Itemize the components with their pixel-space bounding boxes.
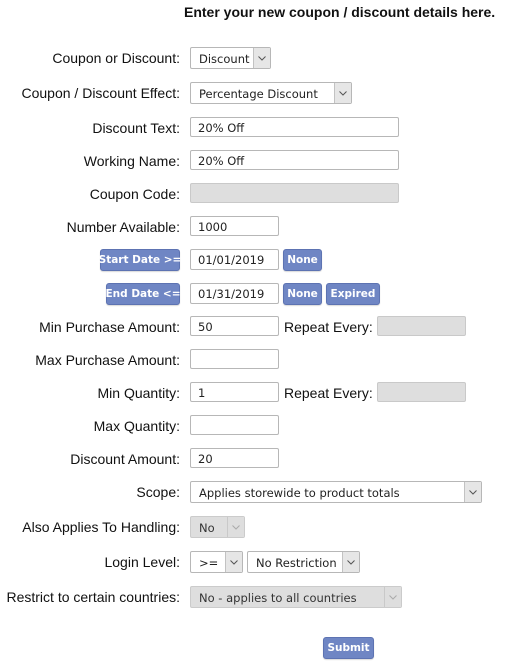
end-date-none-button[interactable]: None [283,283,322,305]
discount-text-label: Discount Text: [92,120,180,136]
end-date-expired-button[interactable]: Expired [326,283,380,305]
min-purchase-input[interactable]: 50 [190,316,279,336]
start-date-none-button[interactable]: None [283,249,322,271]
row-effect: Coupon / Discount Effect: Percentage Dis… [0,82,518,104]
handling-select[interactable]: No [190,516,245,538]
coupon-code-label: Coupon Code: [89,186,180,202]
countries-select[interactable]: No - applies to all countries [190,586,402,608]
row-working-name: Working Name: 20% Off [0,150,518,172]
row-start-date: Start Date >= 01/01/2019 None [0,249,518,271]
discount-amount-input[interactable]: 20 [190,448,279,468]
min-purchase-repeat-input[interactable] [377,316,466,336]
coupon-or-discount-value: Discount [199,52,250,66]
scope-value: Applies storewide to product totals [199,486,400,500]
row-max-purchase: Max Purchase Amount: [0,349,518,371]
chevron-down-icon [342,552,359,572]
number-available-label: Number Available: [66,219,180,235]
page-title: Enter your new coupon / discount details… [184,4,496,20]
row-scope: Scope: Applies storewide to product tota… [0,481,518,503]
row-discount-amount: Discount Amount: 20 [0,448,518,470]
scope-label: Scope: [136,484,180,500]
countries-value: No - applies to all countries [199,591,357,605]
min-purchase-repeat-label: Repeat Every: [284,319,373,335]
scope-select[interactable]: Applies storewide to product totals [190,481,482,503]
row-end-date: End Date <= 01/31/2019 None Expired [0,283,518,305]
row-handling: Also Applies To Handling: No [0,516,518,538]
row-min-quantity: Min Quantity: 1 Repeat Every: [0,382,518,404]
login-level-select[interactable]: No Restriction [247,551,360,573]
chevron-down-icon [227,517,244,537]
max-purchase-input[interactable] [190,349,279,369]
discount-amount-label: Discount Amount: [70,451,180,467]
login-operator-select[interactable]: >= [190,551,243,573]
min-quantity-input[interactable]: 1 [190,382,279,402]
coupon-code-input[interactable] [190,183,399,203]
effect-label: Coupon / Discount Effect: [21,85,181,101]
row-submit: Submit [0,637,518,659]
countries-label: Restrict to certain countries: [6,589,180,605]
handling-value: No [199,521,215,535]
start-date-button[interactable]: Start Date >= [99,249,181,271]
min-quantity-label: Min Quantity: [97,385,180,401]
max-quantity-label: Max Quantity: [93,418,180,434]
chevron-down-icon [464,482,481,502]
row-coupon-or-discount: Coupon or Discount: Discount [0,47,518,69]
chevron-down-icon [253,48,270,68]
end-date-button[interactable]: End Date <= [106,283,181,305]
login-level-label: Login Level: [104,554,180,570]
handling-label: Also Applies To Handling: [22,519,180,535]
discount-text-input[interactable]: 20% Off [190,117,399,137]
max-quantity-input[interactable] [190,415,279,435]
submit-button[interactable]: Submit [323,637,374,659]
min-purchase-label: Min Purchase Amount: [39,319,180,335]
row-number-available: Number Available: 1000 [0,216,518,238]
row-login-level: Login Level: >= No Restriction [0,551,518,573]
chevron-down-icon [334,83,351,103]
row-max-quantity: Max Quantity: [0,415,518,437]
row-discount-text: Discount Text: 20% Off [0,117,518,139]
row-coupon-code: Coupon Code: [0,183,518,205]
chevron-down-icon [225,552,242,572]
login-level-value: No Restriction [256,556,337,570]
min-quantity-repeat-input[interactable] [377,382,466,402]
effect-select[interactable]: Percentage Discount [190,82,352,104]
chevron-down-icon [384,587,401,607]
start-date-input[interactable]: 01/01/2019 [190,249,279,270]
working-name-label: Working Name: [83,153,180,169]
min-quantity-repeat-label: Repeat Every: [284,385,373,401]
coupon-or-discount-label: Coupon or Discount: [52,50,180,66]
coupon-or-discount-select[interactable]: Discount [190,47,271,69]
row-countries: Restrict to certain countries: No - appl… [0,586,518,608]
login-operator-value: >= [199,556,219,570]
row-min-purchase: Min Purchase Amount: 50 Repeat Every: [0,316,518,338]
working-name-input[interactable]: 20% Off [190,150,399,170]
effect-value: Percentage Discount [199,87,318,101]
end-date-input[interactable]: 01/31/2019 [190,283,279,304]
max-purchase-label: Max Purchase Amount: [35,352,180,368]
number-available-input[interactable]: 1000 [190,216,279,236]
